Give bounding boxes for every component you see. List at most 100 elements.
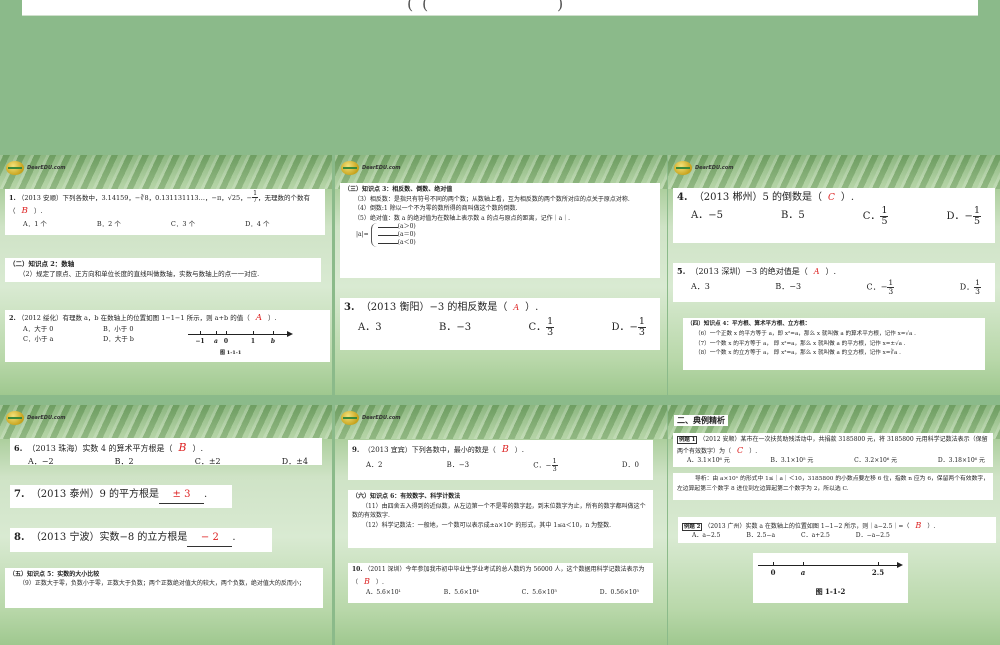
option-c: C．3 个 xyxy=(170,219,196,228)
question-4: 4. （2013 郴州）5 的倒数是（ C ）. A．−5 B．5 C． 1 5 D．− 1 5 xyxy=(673,188,995,243)
axis-label: a xyxy=(800,568,806,577)
axis-label: 0 xyxy=(223,338,229,345)
section-line: （6）一个正数 x 的平方等于 a，即 x²=a，那么 x 就叫做 a 的算术平… xyxy=(695,330,916,337)
answer: C xyxy=(737,445,744,456)
q-text: （2013 郴州）5 的倒数是（ xyxy=(693,192,822,203)
section-heading: 二、典例精析 xyxy=(674,415,728,426)
option-d: D．− 1 5 xyxy=(947,206,981,227)
q-tail: ）. xyxy=(749,448,758,456)
question-2: 2. （2012 绥化）有理数 a，b 在数轴上的位置如图 1−1−1 所示，则… xyxy=(5,310,330,362)
option-label: D． xyxy=(959,282,975,292)
option-a: A．3.1×10⁶ 元 xyxy=(687,457,730,465)
q-tail: ）. xyxy=(525,302,539,313)
q-num: 4. xyxy=(677,192,688,203)
option-b: B．2.5−a xyxy=(746,532,776,540)
axis-label: 1 xyxy=(250,338,256,345)
question-7: 7. （2013 泰州）9 的平方根是 ± 3. xyxy=(10,485,232,508)
denominator: 3 xyxy=(638,326,645,338)
option-d: D．3.18×10⁶ 元 xyxy=(937,457,985,465)
guide-analysis: 导析：由 a×10ⁿ 的形式中 1≤｜a｜＜10，3185800 的小数点要左移… xyxy=(673,473,993,500)
question-10: 10. （2011 深圳）今年参加我市初中毕业生学业考试的总人数约为 56000… xyxy=(348,563,653,603)
answer: B xyxy=(501,444,509,455)
logo-icon xyxy=(6,161,24,175)
logo: DearEDU.com xyxy=(6,161,66,175)
logo-text: DearEDU.com xyxy=(695,165,734,171)
slide-thumbnail-4[interactable]: DearEDU.com 6. （2013 珠海）实数 4 的算术平方根是（ B ）.… xyxy=(0,405,332,645)
logo-icon xyxy=(341,161,359,175)
option-label: C． xyxy=(528,321,547,333)
q-text: （2013 安顺）下列各数中，3.14159，−∛8，0.131131113…，… xyxy=(17,193,247,202)
slide-thumbnail-6[interactable]: 二、典例精析 例题 1 （2012 安顺）某市在一次扶贫助残活动中，共捐款 31… xyxy=(668,405,1000,645)
q-tail: ）. xyxy=(840,192,855,203)
logo: DearEDU.com xyxy=(341,411,401,425)
example-tag: 例题 1 xyxy=(677,436,698,444)
q-num: 9. xyxy=(352,445,360,454)
section-title: （二）知识点 2：数轴 xyxy=(9,260,75,268)
section-title: （五）知识点 5：实数的大小比较 xyxy=(9,571,100,578)
q-text: （2013 泰州）9 的平方根是 xyxy=(30,489,159,500)
option-label: C． xyxy=(862,210,881,222)
q-text: （2011 深圳）今年参加我市初中毕业生学业考试的总人数约为 56000 人，这… xyxy=(352,566,645,586)
option-a: A．a−2.5 xyxy=(692,532,721,540)
question-6: 6. （2013 珠海）实数 4 的算术平方根是（ B ）. A．−2 B．2 C．±2… xyxy=(10,438,322,466)
denominator: 5 xyxy=(881,215,888,227)
q-num: 1. xyxy=(9,193,16,202)
answer: C xyxy=(827,193,835,203)
axis-label: 2.5 xyxy=(871,568,885,577)
question-9: 9. （2013 宜宾）下列各数中，最小的数是（ B ）. A．2 B．−3 C．− 1 3… xyxy=(348,440,653,480)
q-num: 3. xyxy=(344,302,355,313)
section-body: （2）规定了原点、正方向和单位长度的直线叫做数轴，实数与数轴上的点一一对应. xyxy=(19,269,260,278)
q-text: （2013 广州）实数 a 在数轴上的位置如图 1−1−2 所示，则｜a−2.5… xyxy=(704,523,910,530)
option-d: D．4 个 xyxy=(245,219,270,228)
section-title: （三）知识点 3：相反数、倒数、绝对值 xyxy=(344,186,453,193)
previous-slide-partial[interactable]: ( ( ) xyxy=(22,0,978,16)
slide-thumbnail-3[interactable]: DearEDU.com 4. （2013 郴州）5 的倒数是（ C ）. A．−5 B… xyxy=(668,155,1000,395)
option-d: D．0.56×10⁵ xyxy=(599,588,639,596)
case: (a＞0) xyxy=(397,223,416,231)
number-line: −1 a 0 1 b xyxy=(188,327,293,349)
abs-label: |a|= xyxy=(356,231,369,239)
question-8: 8. （2013 宁波）实数−8 的立方根是 − 2. xyxy=(10,528,272,552)
section-title: （六）知识点 6：有效数字、科学计数法 xyxy=(352,493,461,500)
q-tail: ）. xyxy=(375,578,384,586)
axis-label: 0 xyxy=(770,568,776,577)
question-3: 3. （2013 衡阳）−3 的相反数是（ A ）. A．3 B．−3 C． 1 3 D．− 1… xyxy=(340,298,660,350)
knowledge-2: （二）知识点 2：数轴 （2）规定了原点、正方向和单位长度的直线叫做数轴，实数与… xyxy=(5,258,321,282)
q-tail: ）. xyxy=(825,267,837,276)
option-label: D．− xyxy=(946,210,973,222)
q-tail: ）. xyxy=(927,523,936,530)
case: (a＝0) xyxy=(397,231,416,239)
brace-glyph: ) xyxy=(557,0,564,13)
section-title: （四）知识点 4：平方根、算术平方根、立方根： xyxy=(687,321,811,327)
q-text: （2013 宜宾）下列各数中，最小的数是（ xyxy=(363,446,496,454)
option-c: C． 1 5 xyxy=(863,206,889,227)
figure-caption: 图 1-1-1 xyxy=(220,350,242,356)
slide-thumbnail-1[interactable]: DearEDU.com 1. （2013 安顺）下列各数中，3.14159，−∛… xyxy=(0,155,332,395)
option-a: A．5.6×10¹ xyxy=(366,588,401,596)
denominator: 3 xyxy=(975,286,980,296)
slide-thumbnail-5[interactable]: DearEDU.com 9. （2013 宜宾）下列各数中，最小的数是（ B ）. … xyxy=(335,405,667,645)
option-c: C．±2 xyxy=(194,456,221,466)
denominator: 3 xyxy=(552,465,557,474)
option-a: A．−5 xyxy=(691,210,723,222)
q-text: （2013 宁波）实数−8 的立方根是 xyxy=(30,532,188,543)
option-a: A．1 个 xyxy=(23,219,47,228)
figure-1-1-2: 0 a 2.5 图 1-1-2 xyxy=(753,553,908,603)
section-line: （8）一个数 x 的立方等于 a， 即 x³=a，那么 x 就叫做 a 的立方根… xyxy=(695,350,901,357)
option-b: B．5.6×10⁴ xyxy=(443,588,479,596)
q-tail: ）. xyxy=(268,314,277,322)
option-b: B．−3 xyxy=(446,460,470,469)
option-c: C． 1 3 xyxy=(528,317,555,338)
slide-thumbnail-2[interactable]: DearEDU.com （三）知识点 3：相反数、倒数、绝对值 （3）相反数：是… xyxy=(335,155,667,395)
option-b: B．小于 0 xyxy=(103,325,134,333)
answer: B xyxy=(178,441,187,454)
q-num: 5. xyxy=(677,266,686,276)
answer: B xyxy=(364,575,370,586)
figure-caption: 图 1-1-2 xyxy=(815,587,846,596)
denominator: 7 xyxy=(253,197,258,205)
option-a: A．−2 xyxy=(28,456,54,466)
q-num: 6. xyxy=(14,443,23,453)
answer: A xyxy=(513,303,520,312)
section-line: （4）倒数:1 除以一个不为零的数所得的商叫做这个数的倒数. xyxy=(354,205,518,213)
q-tail: ）. xyxy=(514,446,524,454)
